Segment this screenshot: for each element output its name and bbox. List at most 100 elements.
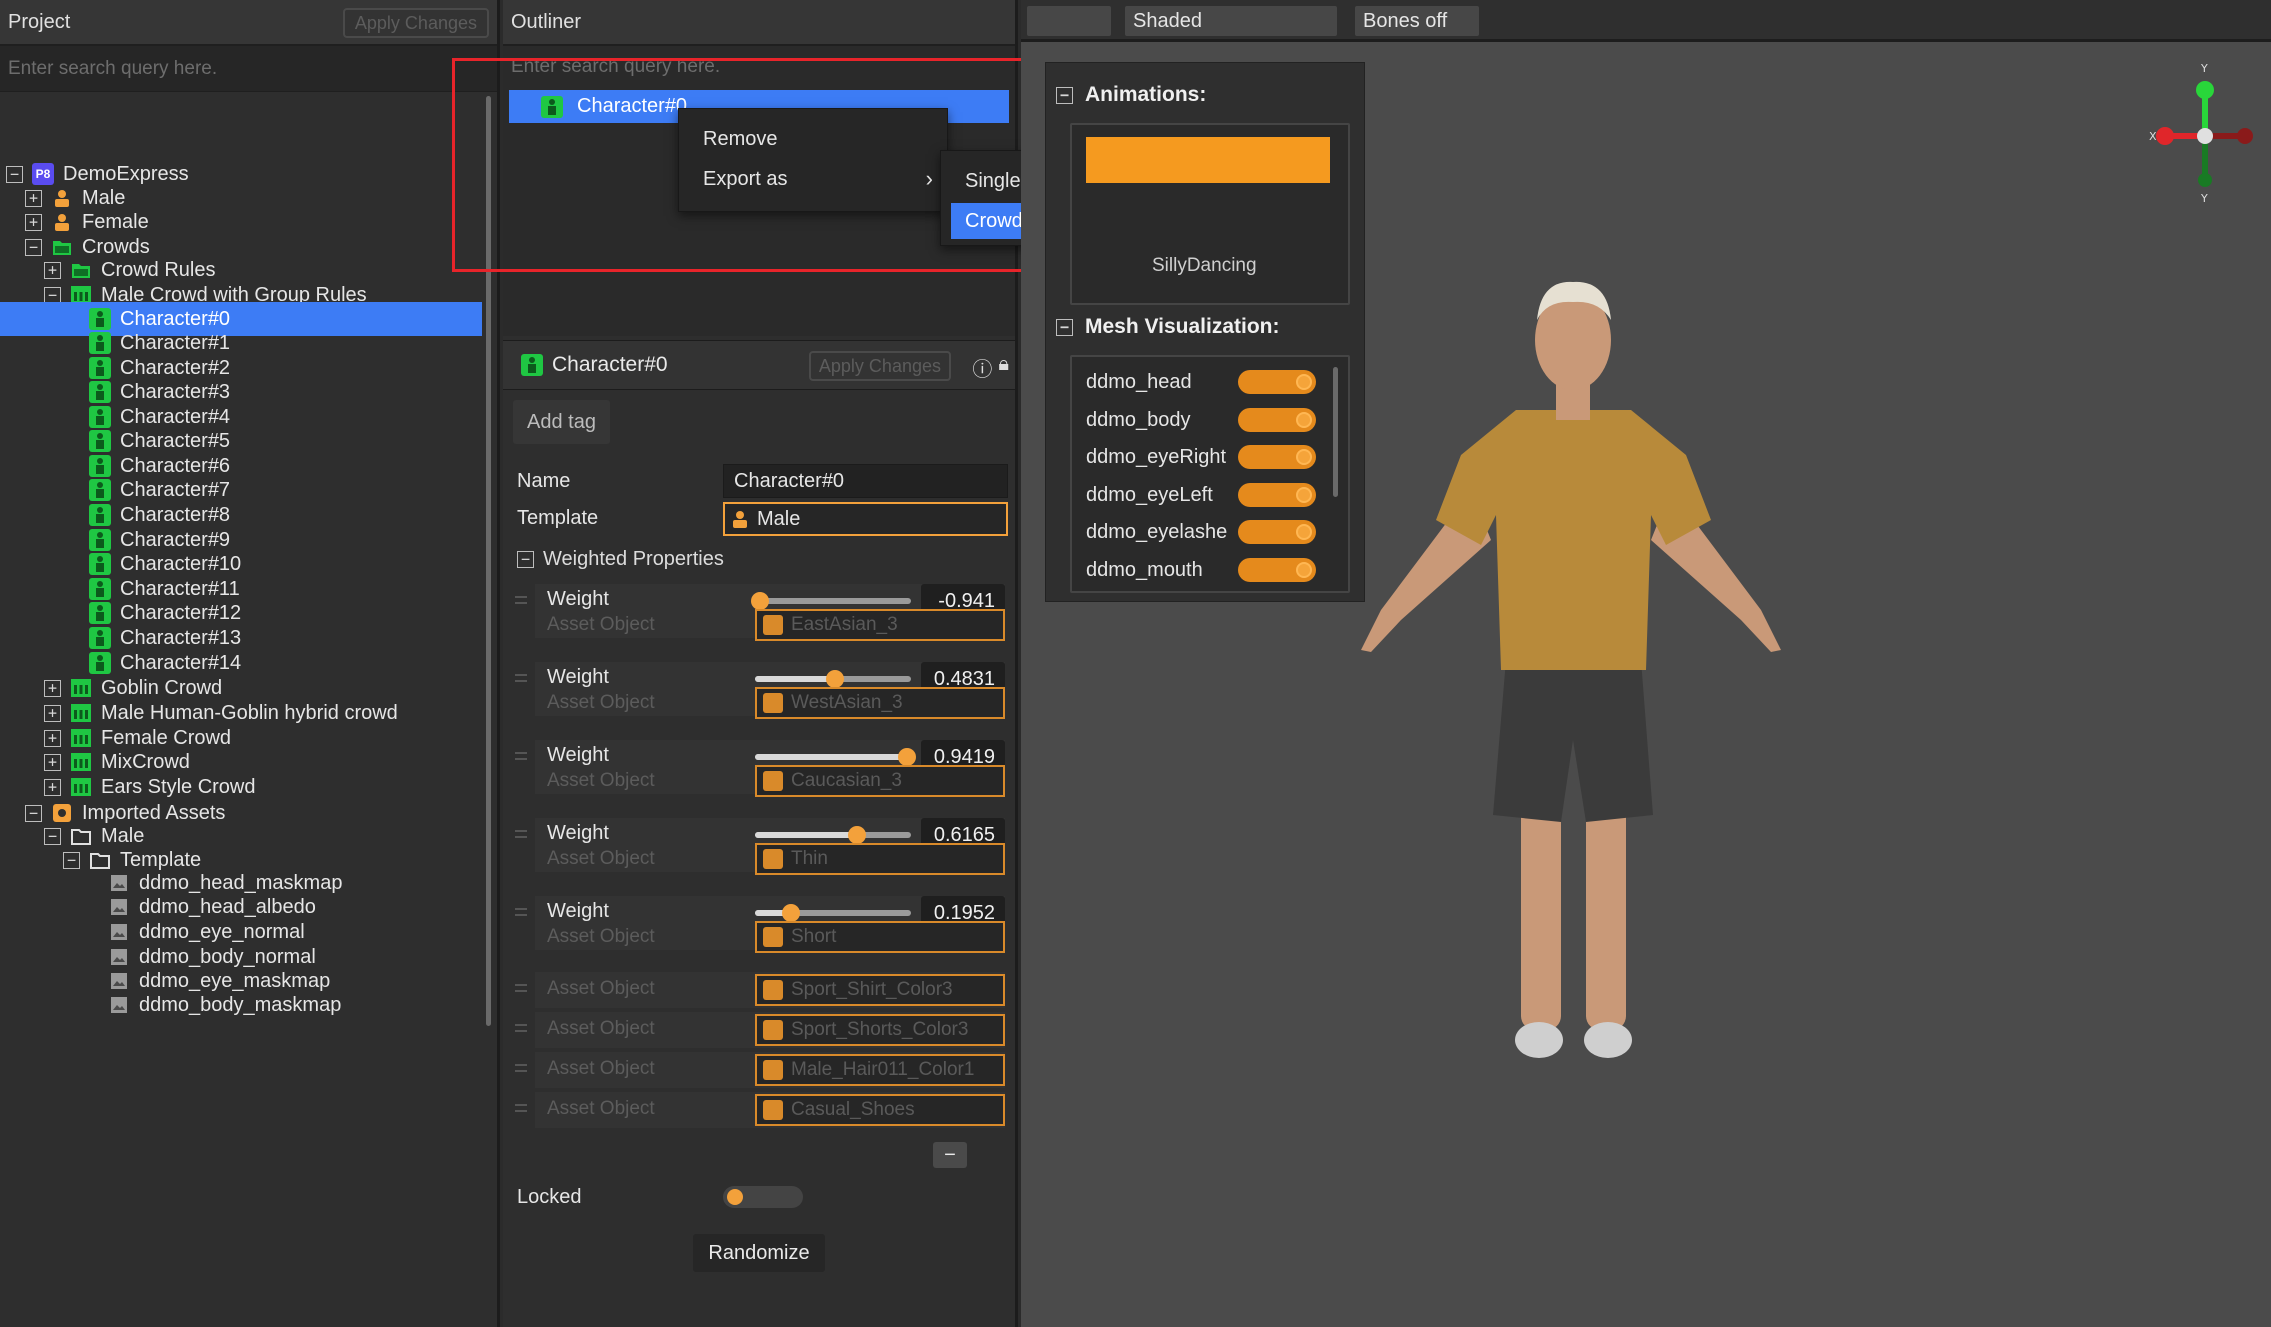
- asset-object-field[interactable]: Male_Hair011_Color1: [755, 1054, 1005, 1086]
- toggle-knob: [1296, 561, 1312, 578]
- animations-section-header[interactable]: − Animations:: [1056, 83, 1206, 107]
- expand-icon[interactable]: +: [44, 729, 61, 747]
- asset-object-label: Asset Object: [547, 1018, 655, 1039]
- project-scrollbar[interactable]: [486, 96, 491, 1026]
- asset-object-value: EastAsian_3: [791, 614, 898, 635]
- drag-handle-icon[interactable]: [515, 1104, 527, 1112]
- asset-object-value: Sport_Shirt_Color3: [791, 979, 953, 1000]
- weighted-properties-header[interactable]: − Weighted Properties: [517, 548, 724, 571]
- expand-icon[interactable]: +: [25, 213, 42, 231]
- weight-slider[interactable]: [755, 598, 911, 604]
- weight-slider-knob[interactable]: [751, 592, 769, 610]
- asset-object-label: Asset Object: [547, 614, 655, 635]
- outliner-item-label: Character#0: [577, 95, 688, 117]
- expand-icon[interactable]: +: [44, 753, 61, 771]
- asset-icon: [763, 615, 783, 635]
- viewport-toolbar: Shaded Bones off: [1021, 0, 2271, 42]
- asset-object-field[interactable]: Casual_Shoes: [755, 1094, 1005, 1126]
- template-field[interactable]: Male: [723, 502, 1008, 536]
- weight-label: Weight: [547, 588, 609, 610]
- locked-label: Locked: [517, 1186, 582, 1208]
- asset-object-field[interactable]: WestAsian_3: [755, 687, 1005, 719]
- menu-item-remove[interactable]: Remove: [679, 121, 947, 157]
- name-label: Name: [517, 470, 571, 492]
- inspector-apply-changes-button[interactable]: Apply Changes: [808, 351, 951, 381]
- expand-icon[interactable]: +: [44, 778, 61, 796]
- project-panel: Project Apply Changes Enter search query…: [0, 0, 500, 1327]
- project-title: Project: [8, 10, 71, 33]
- expand-icon[interactable]: +: [44, 704, 61, 722]
- viewport-mode-button[interactable]: [1027, 6, 1111, 36]
- toggle-knob: [1296, 486, 1312, 503]
- mesh-visibility-toggle[interactable]: [1238, 445, 1316, 469]
- collapse-icon[interactable]: −: [1056, 86, 1073, 104]
- asset-object-field[interactable]: Sport_Shorts_Color3: [755, 1014, 1005, 1046]
- animation-selected-item[interactable]: [1086, 137, 1330, 183]
- asset-object-field[interactable]: Caucasian_3: [755, 765, 1005, 797]
- gizmo-y-label: Y: [2200, 62, 2208, 75]
- asset-icon: [763, 980, 783, 1000]
- weight-slider-knob[interactable]: [847, 826, 866, 844]
- drag-handle-icon[interactable]: [515, 1064, 527, 1072]
- asset-object-field[interactable]: Thin: [755, 843, 1005, 875]
- tree-item[interactable]: ddmo_body_maskmap: [0, 988, 482, 1022]
- inspector-header: Character#0 Apply Changes ⓘ 🔒︎: [503, 340, 1015, 390]
- outliner-search-input[interactable]: Enter search query here.: [511, 56, 720, 78]
- mesh-visibility-toggle[interactable]: [1238, 557, 1316, 582]
- shading-dropdown[interactable]: Shaded: [1125, 6, 1337, 36]
- weight-slider-knob[interactable]: [897, 748, 916, 766]
- expand-icon[interactable]: +: [44, 261, 61, 279]
- asset-icon: [763, 1100, 783, 1120]
- mesh-item-label: ddmo_eyelashe: [1086, 521, 1228, 543]
- drag-handle-icon[interactable]: [515, 596, 527, 604]
- mesh-section-header[interactable]: − Mesh Visualization:: [1056, 315, 1280, 339]
- outliner-title: Outliner: [511, 10, 582, 33]
- bones-toggle-button[interactable]: Bones off: [1355, 6, 1479, 36]
- asset-icon: [763, 1060, 783, 1080]
- collapse-icon[interactable]: −: [6, 165, 23, 183]
- mesh-item-label: ddmo_body: [1086, 408, 1191, 431]
- asset-object-label: Asset Object: [547, 978, 655, 999]
- expand-icon[interactable]: +: [25, 189, 42, 207]
- asset-object-field[interactable]: Sport_Shirt_Color3: [755, 974, 1005, 1006]
- mesh-scrollbar[interactable]: [1333, 367, 1338, 497]
- mesh-visibility-toggle[interactable]: [1238, 520, 1316, 544]
- outliner-header: Outliner: [503, 0, 1015, 46]
- asset-object-field[interactable]: EastAsian_3: [755, 609, 1005, 641]
- randomize-button[interactable]: Randomize: [693, 1234, 825, 1272]
- person-icon: [729, 508, 751, 530]
- project-search-input[interactable]: Enter search query here.: [0, 46, 497, 92]
- weight-label: Weight: [547, 744, 609, 766]
- weight-slider-knob[interactable]: [825, 670, 844, 688]
- expand-icon[interactable]: +: [44, 679, 61, 697]
- asset-object-field[interactable]: Short: [755, 921, 1005, 953]
- locked-toggle[interactable]: [723, 1186, 803, 1208]
- mesh-visibility-toggle[interactable]: [1238, 407, 1316, 432]
- collapse-icon[interactable]: −: [44, 827, 61, 845]
- name-field[interactable]: Character#0: [723, 464, 1008, 498]
- drag-handle-icon[interactable]: [515, 674, 527, 682]
- character-3d-model[interactable]: [1341, 240, 1801, 1130]
- add-tag-button[interactable]: Add tag: [513, 400, 610, 444]
- mesh-visibility-toggle[interactable]: [1238, 482, 1316, 507]
- collapse-icon[interactable]: −: [517, 551, 534, 568]
- asset-object-label: Asset Object: [547, 926, 655, 947]
- drag-handle-icon[interactable]: [515, 908, 527, 916]
- mesh-visibility-toggle[interactable]: [1238, 370, 1316, 394]
- animation-item[interactable]: SillyDancing: [1152, 255, 1257, 277]
- lock-icon[interactable]: 🔒︎: [998, 353, 1009, 382]
- remove-property-button[interactable]: −: [933, 1142, 967, 1168]
- drag-handle-icon[interactable]: [515, 830, 527, 838]
- menu-item-export-as[interactable]: Export as ›: [679, 161, 947, 197]
- drag-handle-icon[interactable]: [515, 752, 527, 760]
- animations-list: SillyDancing: [1070, 123, 1350, 305]
- drag-handle-icon[interactable]: [515, 1024, 527, 1032]
- asset-object-value: Male_Hair011_Color1: [791, 1059, 975, 1080]
- drag-handle-icon[interactable]: [515, 984, 527, 992]
- collapse-icon[interactable]: −: [44, 286, 61, 304]
- axis-gizmo[interactable]: Y X Y: [2131, 60, 2271, 210]
- collapse-icon[interactable]: −: [1056, 318, 1073, 336]
- project-apply-changes-button[interactable]: Apply Changes: [342, 8, 489, 38]
- weight-slider-fill: [755, 754, 902, 760]
- info-icon[interactable]: ⓘ: [972, 353, 992, 382]
